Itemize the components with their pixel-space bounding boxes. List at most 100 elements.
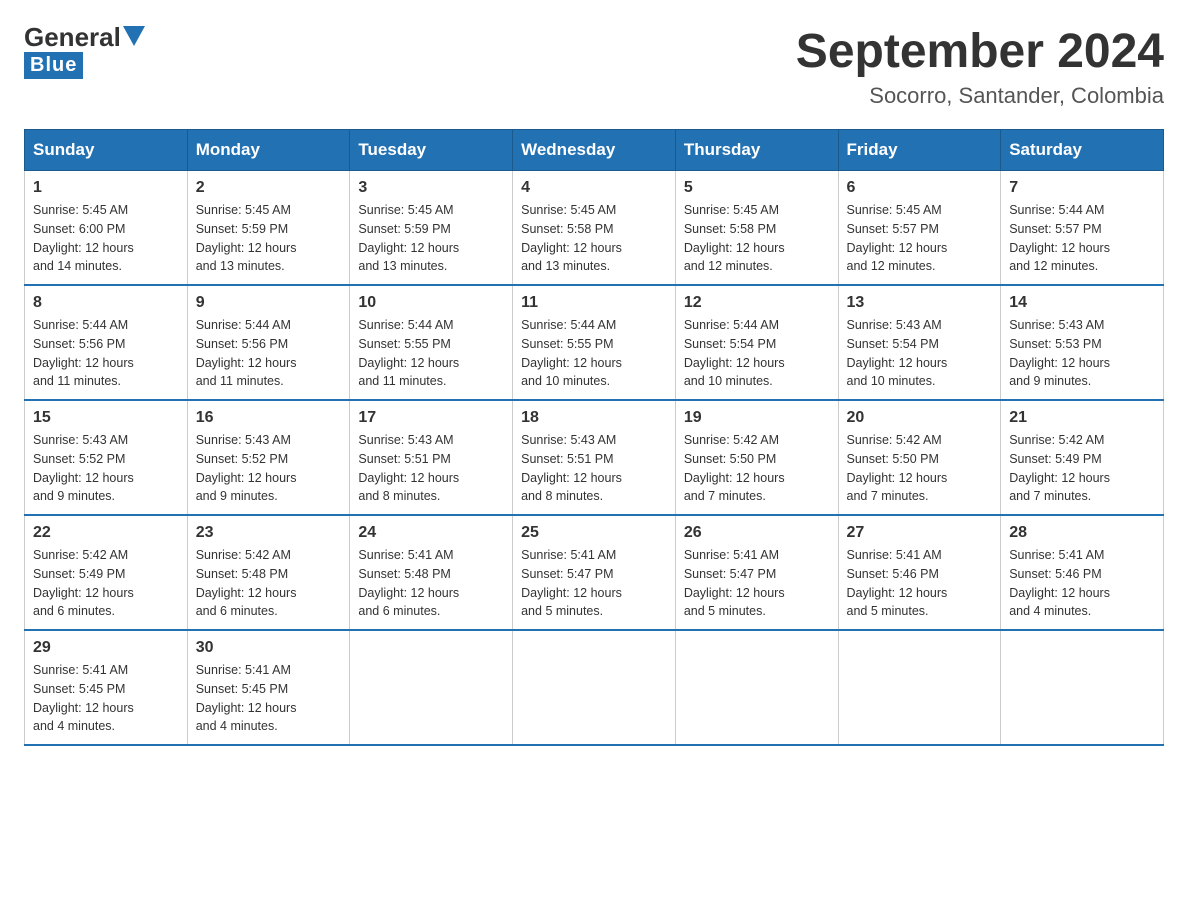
table-row: 22Sunrise: 5:42 AM Sunset: 5:49 PM Dayli… bbox=[25, 515, 188, 630]
day-number: 28 bbox=[1009, 524, 1155, 542]
day-number: 22 bbox=[33, 524, 179, 542]
table-row: 9Sunrise: 5:44 AM Sunset: 5:56 PM Daylig… bbox=[187, 285, 350, 400]
table-row: 17 Sunrise: 5:43 AM Sunset: 5:51 PM Dayli… bbox=[350, 400, 513, 515]
table-row: 5Sunrise: 5:45 AM Sunset: 5:58 PM Daylig… bbox=[675, 171, 838, 286]
table-row: 10Sunrise: 5:44 AM Sunset: 5:55 PM Dayli… bbox=[350, 285, 513, 400]
day-info: Sunrise: 5:41 AM Sunset: 5:45 PM Dayligh… bbox=[196, 661, 342, 736]
day-info: Sunrise: 5:41 AM Sunset: 5:46 PM Dayligh… bbox=[1009, 546, 1155, 621]
calendar-table: Sunday Monday Tuesday Wednesday Thursday… bbox=[24, 129, 1164, 746]
table-row: 25 Sunrise: 5:41 AM Sunset: 5:47 PM Dayli… bbox=[513, 515, 676, 630]
day-info: Sunrise: 5:43 AM Sunset: 5:52 PM Dayligh… bbox=[33, 431, 179, 506]
day-info: Sunrise: 5:41 AM Sunset: 5:48 PM Dayligh… bbox=[358, 546, 504, 621]
day-info: Sunrise: 5:41 AM Sunset: 5:45 PM Dayligh… bbox=[33, 661, 179, 736]
header-sunday: Sunday bbox=[25, 130, 188, 171]
table-row: 24 Sunrise: 5:41 AM Sunset: 5:48 PM Dayli… bbox=[350, 515, 513, 630]
table-row: 21 Sunrise: 5:42 AM Sunset: 5:49 PM Dayli… bbox=[1001, 400, 1164, 515]
table-row bbox=[513, 630, 676, 745]
day-info: Sunrise: 5:44 AM Sunset: 5:56 PM Dayligh… bbox=[33, 316, 179, 391]
calendar-week-row: 29Sunrise: 5:41 AM Sunset: 5:45 PM Dayli… bbox=[25, 630, 1164, 745]
day-info: Sunrise: 5:45 AM Sunset: 5:59 PM Dayligh… bbox=[358, 201, 504, 276]
logo-general: General bbox=[24, 24, 121, 50]
day-info: Sunrise: 5:44 AM Sunset: 5:56 PM Dayligh… bbox=[196, 316, 342, 391]
day-number: 16 bbox=[196, 409, 342, 427]
calendar-week-row: 22Sunrise: 5:42 AM Sunset: 5:49 PM Dayli… bbox=[25, 515, 1164, 630]
table-row: 23 Sunrise: 5:42 AM Sunset: 5:48 PM Dayli… bbox=[187, 515, 350, 630]
day-number: 2 bbox=[196, 179, 342, 197]
day-number: 15 bbox=[33, 409, 179, 427]
day-number: 19 bbox=[684, 409, 830, 427]
table-row: 27Sunrise: 5:41 AM Sunset: 5:46 PM Dayli… bbox=[838, 515, 1001, 630]
calendar-week-row: 8 Sunrise: 5:44 AM Sunset: 5:56 PM Daylig… bbox=[25, 285, 1164, 400]
table-row bbox=[350, 630, 513, 745]
day-info: Sunrise: 5:41 AM Sunset: 5:47 PM Dayligh… bbox=[684, 546, 830, 621]
calendar-week-row: 1Sunrise: 5:45 AM Sunset: 6:00 PM Daylig… bbox=[25, 171, 1164, 286]
day-number: 18 bbox=[521, 409, 667, 427]
day-number: 25 bbox=[521, 524, 667, 542]
day-number: 17 bbox=[358, 409, 504, 427]
day-info: Sunrise: 5:42 AM Sunset: 5:49 PM Dayligh… bbox=[1009, 431, 1155, 506]
table-row: 16 Sunrise: 5:43 AM Sunset: 5:52 PM Dayli… bbox=[187, 400, 350, 515]
day-number: 10 bbox=[358, 294, 504, 312]
day-number: 14 bbox=[1009, 294, 1155, 312]
table-row bbox=[675, 630, 838, 745]
day-number: 27 bbox=[847, 524, 993, 542]
logo: General Blue bbox=[24, 24, 145, 79]
day-number: 26 bbox=[684, 524, 830, 542]
page-header: General Blue September 2024 Socorro, San… bbox=[24, 24, 1164, 109]
header-saturday: Saturday bbox=[1001, 130, 1164, 171]
table-row: 2 Sunrise: 5:45 AM Sunset: 5:59 PM Daylig… bbox=[187, 171, 350, 286]
day-info: Sunrise: 5:45 AM Sunset: 5:57 PM Dayligh… bbox=[847, 201, 993, 276]
header-wednesday: Wednesday bbox=[513, 130, 676, 171]
day-info: Sunrise: 5:45 AM Sunset: 5:59 PM Dayligh… bbox=[196, 201, 342, 276]
table-row: 29Sunrise: 5:41 AM Sunset: 5:45 PM Dayli… bbox=[25, 630, 188, 745]
table-row bbox=[1001, 630, 1164, 745]
table-row: 19 Sunrise: 5:42 AM Sunset: 5:50 PM Dayli… bbox=[675, 400, 838, 515]
header-thursday: Thursday bbox=[675, 130, 838, 171]
table-row: 3 Sunrise: 5:45 AM Sunset: 5:59 PM Daylig… bbox=[350, 171, 513, 286]
table-row: 28 Sunrise: 5:41 AM Sunset: 5:46 PM Dayli… bbox=[1001, 515, 1164, 630]
day-info: Sunrise: 5:43 AM Sunset: 5:51 PM Dayligh… bbox=[521, 431, 667, 506]
table-row: 13 Sunrise: 5:43 AM Sunset: 5:54 PM Dayli… bbox=[838, 285, 1001, 400]
table-row: 7Sunrise: 5:44 AM Sunset: 5:57 PM Daylig… bbox=[1001, 171, 1164, 286]
day-info: Sunrise: 5:44 AM Sunset: 5:54 PM Dayligh… bbox=[684, 316, 830, 391]
day-number: 4 bbox=[521, 179, 667, 197]
day-number: 21 bbox=[1009, 409, 1155, 427]
table-row: 12 Sunrise: 5:44 AM Sunset: 5:54 PM Dayli… bbox=[675, 285, 838, 400]
title-section: September 2024 Socorro, Santander, Colom… bbox=[796, 24, 1164, 109]
header-monday: Monday bbox=[187, 130, 350, 171]
day-info: Sunrise: 5:45 AM Sunset: 5:58 PM Dayligh… bbox=[521, 201, 667, 276]
table-row: 26 Sunrise: 5:41 AM Sunset: 5:47 PM Dayli… bbox=[675, 515, 838, 630]
day-info: Sunrise: 5:44 AM Sunset: 5:55 PM Dayligh… bbox=[521, 316, 667, 391]
day-info: Sunrise: 5:43 AM Sunset: 5:52 PM Dayligh… bbox=[196, 431, 342, 506]
page-title: September 2024 bbox=[796, 24, 1164, 79]
day-number: 12 bbox=[684, 294, 830, 312]
day-number: 13 bbox=[847, 294, 993, 312]
logo-triangle-icon bbox=[123, 26, 145, 46]
day-info: Sunrise: 5:43 AM Sunset: 5:53 PM Dayligh… bbox=[1009, 316, 1155, 391]
day-info: Sunrise: 5:42 AM Sunset: 5:48 PM Dayligh… bbox=[196, 546, 342, 621]
day-number: 3 bbox=[358, 179, 504, 197]
table-row: 8 Sunrise: 5:44 AM Sunset: 5:56 PM Daylig… bbox=[25, 285, 188, 400]
day-number: 30 bbox=[196, 639, 342, 657]
day-info: Sunrise: 5:41 AM Sunset: 5:47 PM Dayligh… bbox=[521, 546, 667, 621]
day-number: 8 bbox=[33, 294, 179, 312]
day-info: Sunrise: 5:43 AM Sunset: 5:54 PM Dayligh… bbox=[847, 316, 993, 391]
table-row: 4 Sunrise: 5:45 AM Sunset: 5:58 PM Daylig… bbox=[513, 171, 676, 286]
table-row bbox=[838, 630, 1001, 745]
day-info: Sunrise: 5:42 AM Sunset: 5:50 PM Dayligh… bbox=[847, 431, 993, 506]
calendar-week-row: 15 Sunrise: 5:43 AM Sunset: 5:52 PM Dayli… bbox=[25, 400, 1164, 515]
table-row: 1Sunrise: 5:45 AM Sunset: 6:00 PM Daylig… bbox=[25, 171, 188, 286]
table-row: 20 Sunrise: 5:42 AM Sunset: 5:50 PM Dayli… bbox=[838, 400, 1001, 515]
table-row: 11Sunrise: 5:44 AM Sunset: 5:55 PM Dayli… bbox=[513, 285, 676, 400]
day-info: Sunrise: 5:44 AM Sunset: 5:57 PM Dayligh… bbox=[1009, 201, 1155, 276]
day-number: 5 bbox=[684, 179, 830, 197]
table-row: 18 Sunrise: 5:43 AM Sunset: 5:51 PM Dayli… bbox=[513, 400, 676, 515]
table-row: 30 Sunrise: 5:41 AM Sunset: 5:45 PM Dayli… bbox=[187, 630, 350, 745]
day-number: 1 bbox=[33, 179, 179, 197]
day-info: Sunrise: 5:43 AM Sunset: 5:51 PM Dayligh… bbox=[358, 431, 504, 506]
calendar-header-row: Sunday Monday Tuesday Wednesday Thursday… bbox=[25, 130, 1164, 171]
day-number: 20 bbox=[847, 409, 993, 427]
day-number: 24 bbox=[358, 524, 504, 542]
day-number: 23 bbox=[196, 524, 342, 542]
day-info: Sunrise: 5:42 AM Sunset: 5:50 PM Dayligh… bbox=[684, 431, 830, 506]
